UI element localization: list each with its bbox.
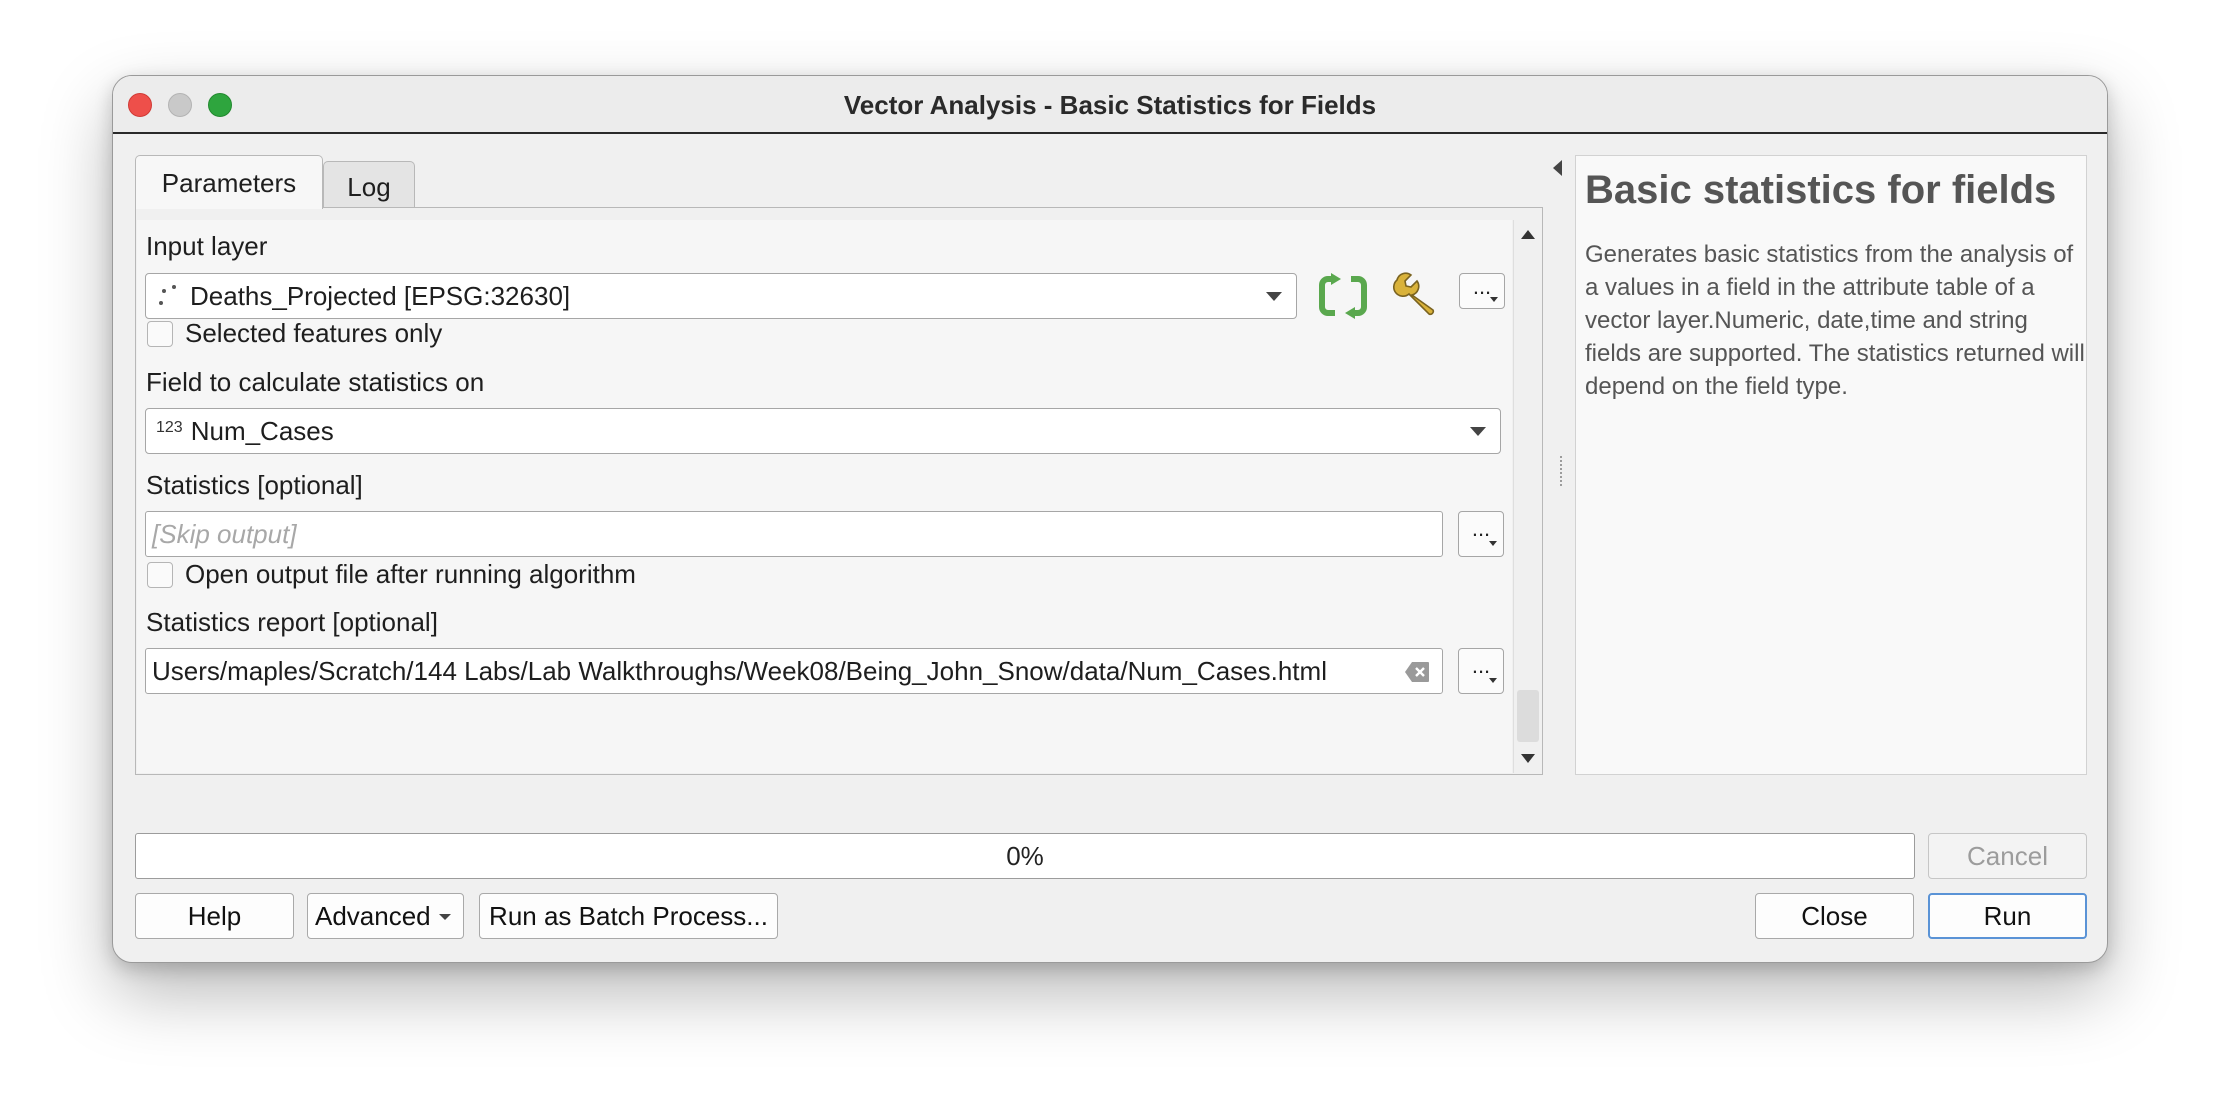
scroll-down-icon[interactable] [1521, 754, 1535, 763]
field-value: Num_Cases [190, 415, 334, 446]
cancel-button[interactable]: Cancel [1928, 833, 2087, 879]
chevron-down-icon [1266, 292, 1282, 301]
advanced-dropdown[interactable]: Advanced [307, 893, 464, 939]
refresh-icon[interactable] [1317, 270, 1369, 322]
tab-parameters[interactable]: Parameters [135, 155, 323, 209]
window-title: Vector Analysis - Basic Statistics for F… [843, 90, 1377, 120]
help-panel: Basic statistics for fields Generates ba… [1575, 155, 2087, 775]
ellipsis-label: ... [1471, 653, 1491, 678]
scroll-up-icon[interactable] [1521, 230, 1535, 239]
open-output-label: Open output file after running algorithm [185, 559, 636, 589]
tab-log[interactable]: Log [323, 161, 415, 207]
progress-bar: 0% [135, 833, 1915, 879]
report-browse-button[interactable]: ... [1458, 648, 1504, 694]
help-title: Basic statistics for fields [1585, 168, 2057, 212]
selected-features-label: Selected features only [185, 318, 443, 348]
advanced-label: Advanced [315, 901, 431, 931]
help-description: Generates basic statistics from the anal… [1585, 241, 2085, 400]
field-label: Field to calculate statistics on [146, 367, 485, 397]
batch-process-button[interactable]: Run as Batch Process... [479, 893, 778, 939]
report-label: Statistics report [optional] [146, 607, 438, 637]
ellipsis-label: ... [1472, 274, 1492, 299]
input-layer-combo[interactable]: Deaths_Projected [EPSG:32630] [145, 273, 1297, 319]
input-layer-label: Input layer [146, 231, 268, 261]
scroll-thumb[interactable] [1517, 690, 1539, 742]
ellipsis-label: ... [1471, 516, 1491, 541]
numeric-field-icon: 123 [156, 419, 183, 436]
chevron-down-icon [439, 914, 451, 920]
close-button[interactable]: Close [1755, 893, 1914, 939]
title-bar: Vector Analysis - Basic Statistics for F… [113, 76, 2107, 134]
dialog-window: Vector Analysis - Basic Statistics for F… [112, 75, 2108, 963]
statistics-browse-button[interactable]: ... [1458, 511, 1504, 557]
report-path-field[interactable]: Users/maples/Scratch/144 Labs/Lab Walkth… [145, 648, 1443, 694]
parameters-scrollbar[interactable] [1513, 220, 1541, 773]
statistics-label: Statistics [optional] [146, 470, 363, 500]
field-combo[interactable]: 123 Num_Cases [145, 408, 1501, 454]
wrench-icon[interactable] [1389, 270, 1441, 322]
point-layer-icon [156, 281, 184, 311]
chevron-down-icon [1470, 427, 1486, 436]
input-layer-options-button[interactable]: ... [1459, 273, 1505, 309]
statistics-placeholder: [Skip output] [152, 518, 297, 549]
statistics-output-field[interactable]: [Skip output] [145, 511, 1443, 557]
selected-features-checkbox[interactable] [147, 321, 173, 347]
open-output-checkbox[interactable] [147, 562, 173, 588]
panel-splitter[interactable] [1560, 456, 1563, 486]
run-button[interactable]: Run [1928, 893, 2087, 939]
clear-text-icon[interactable] [1404, 661, 1430, 683]
collapse-panel-icon[interactable] [1553, 160, 1562, 176]
report-path-value: Users/maples/Scratch/144 Labs/Lab Walkth… [152, 655, 1327, 686]
input-layer-value: Deaths_Projected [EPSG:32630] [190, 280, 571, 311]
parameters-scroll-area: Input layer Deaths_Projected [EPSG:32630… [137, 220, 1512, 773]
help-button[interactable]: Help [135, 893, 294, 939]
